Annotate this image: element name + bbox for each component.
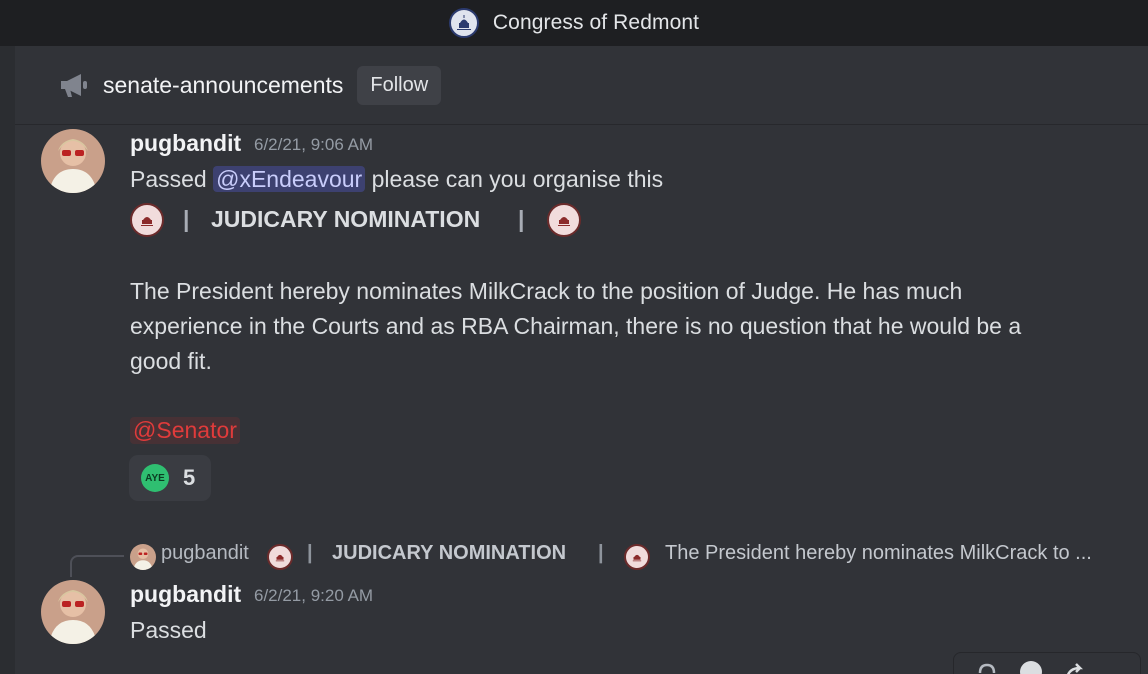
embed-title: JUDICARY NOMINATION [211, 206, 481, 232]
senate-seal-icon [547, 203, 581, 237]
body-line: good fit. [130, 348, 212, 374]
aye-emoji-icon: AYE [141, 464, 169, 492]
reply-separator: | [598, 542, 604, 564]
emoji-icon[interactable] [1018, 659, 1044, 674]
title-separator: | [183, 206, 190, 232]
body-line: experience in the Courts and as RBA Chai… [130, 313, 1022, 339]
message-text: Passed @xEndeavour please can you organi… [130, 166, 663, 193]
reply-author[interactable]: pugbandit [161, 542, 249, 565]
reply-preview[interactable]: The President hereby nominates MilkCrack… [665, 542, 1092, 565]
reaction-button[interactable]: AYE 5 [129, 455, 211, 501]
server-title: Congress of Redmont [492, 11, 700, 34]
left-rail [0, 46, 15, 674]
avatar[interactable] [41, 129, 105, 193]
senate-seal-icon [130, 203, 164, 237]
capitol-dome-icon [448, 8, 479, 38]
channel-header: senate-announcements Follow [15, 46, 1148, 125]
body-line: The President hereby nominates MilkCrack… [130, 278, 963, 304]
reaction-count: 5 [183, 465, 196, 490]
senate-seal-icon [267, 544, 293, 570]
message-text-before: Passed [130, 166, 207, 192]
follow-button[interactable]: Follow [357, 65, 442, 105]
window-titlebar: Congress of Redmont [0, 0, 1148, 46]
message-timestamp: 6/2/21, 9:20 AM [254, 586, 374, 605]
forward-icon[interactable] [1064, 660, 1088, 674]
message-author[interactable]: pugbandit [130, 581, 241, 608]
message-timestamp: 6/2/21, 9:06 AM [254, 135, 374, 154]
avatar[interactable] [130, 544, 156, 570]
title-separator: | [518, 206, 525, 232]
reply-icon[interactable] [976, 661, 998, 674]
message-body: The President hereby nominates MilkCrack… [130, 274, 1090, 379]
message-action-toolbar [953, 652, 1141, 674]
megaphone-icon [61, 74, 87, 97]
message-text-after: please can you organise this [371, 166, 664, 192]
reply-spine [70, 555, 124, 577]
role-mention[interactable]: @Senator [130, 417, 240, 444]
user-mention[interactable]: @xEndeavour [213, 166, 366, 192]
senate-seal-icon [624, 544, 650, 570]
reply-title[interactable]: JUDICARY NOMINATION [332, 542, 566, 565]
avatar[interactable] [41, 580, 105, 644]
channel-name: senate-announcements [103, 71, 344, 98]
reply-separator: | [307, 542, 313, 564]
message-author[interactable]: pugbandit [130, 130, 241, 157]
message-text: Passed [130, 617, 207, 643]
